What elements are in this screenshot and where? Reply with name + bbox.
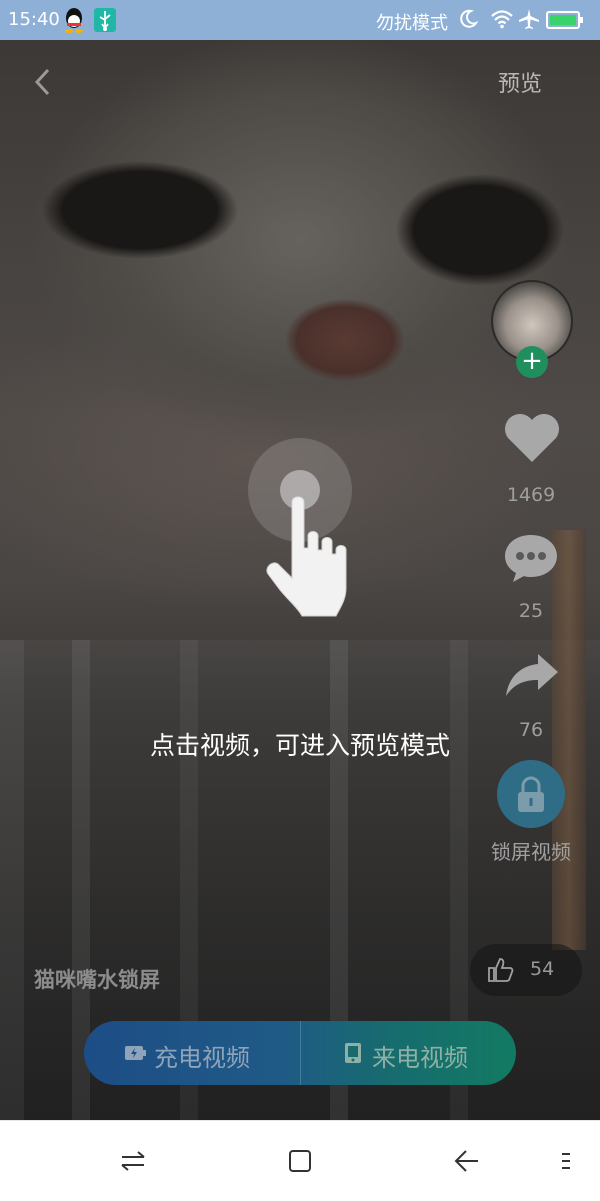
charge-video-label: 充电视频 — [154, 1044, 250, 1072]
wifi-icon — [491, 10, 513, 29]
moon-icon — [460, 9, 478, 28]
share-icon[interactable] — [504, 652, 560, 698]
follow-plus-icon[interactable]: + — [516, 346, 548, 378]
preview-hint-text: 点击视频，可进入预览模式 — [149, 731, 450, 760]
menu-icon[interactable] — [560, 1149, 572, 1173]
preview-button[interactable]: 预览 — [498, 66, 542, 98]
switch-apps-icon[interactable] — [120, 1149, 146, 1173]
call-video-button[interactable]: 来电视频 — [300, 1021, 516, 1085]
navigation-bar — [0, 1120, 600, 1201]
lock-video-button[interactable] — [497, 760, 565, 828]
lock-icon — [518, 776, 544, 812]
charge-video-button[interactable]: 充电视频 — [84, 1021, 300, 1085]
airplane-icon — [519, 9, 539, 29]
heart-icon[interactable] — [502, 410, 562, 464]
comment-icon[interactable] — [502, 532, 560, 584]
video-title: 猫咪嘴水锁屏 — [34, 968, 160, 992]
thumbs-up-icon — [488, 958, 514, 982]
dnd-label: 勿扰模式 — [376, 13, 448, 34]
lock-video-label: 锁屏视频 — [491, 840, 571, 864]
home-icon[interactable] — [288, 1149, 312, 1173]
comment-count: 25 — [518, 600, 544, 622]
qq-icon — [65, 8, 83, 33]
hand-pointer-icon — [266, 496, 347, 617]
like-count: 1469 — [506, 484, 556, 506]
status-time: 15:40 — [8, 9, 60, 30]
usb-icon — [94, 8, 116, 32]
phone-icon — [345, 1043, 361, 1063]
video-type-selector: 充电视频 来电视频 — [84, 1021, 516, 1085]
back-nav-icon[interactable] — [454, 1149, 480, 1173]
battery-charge-icon — [125, 1046, 146, 1060]
video-like-count: 54 — [530, 958, 555, 980]
battery-icon — [546, 11, 583, 29]
call-video-label: 来电视频 — [372, 1044, 468, 1072]
back-button[interactable] — [28, 62, 58, 102]
status-bar: 15:40 勿扰模式 — [0, 0, 600, 40]
video-like-chip[interactable]: 54 — [470, 944, 582, 996]
